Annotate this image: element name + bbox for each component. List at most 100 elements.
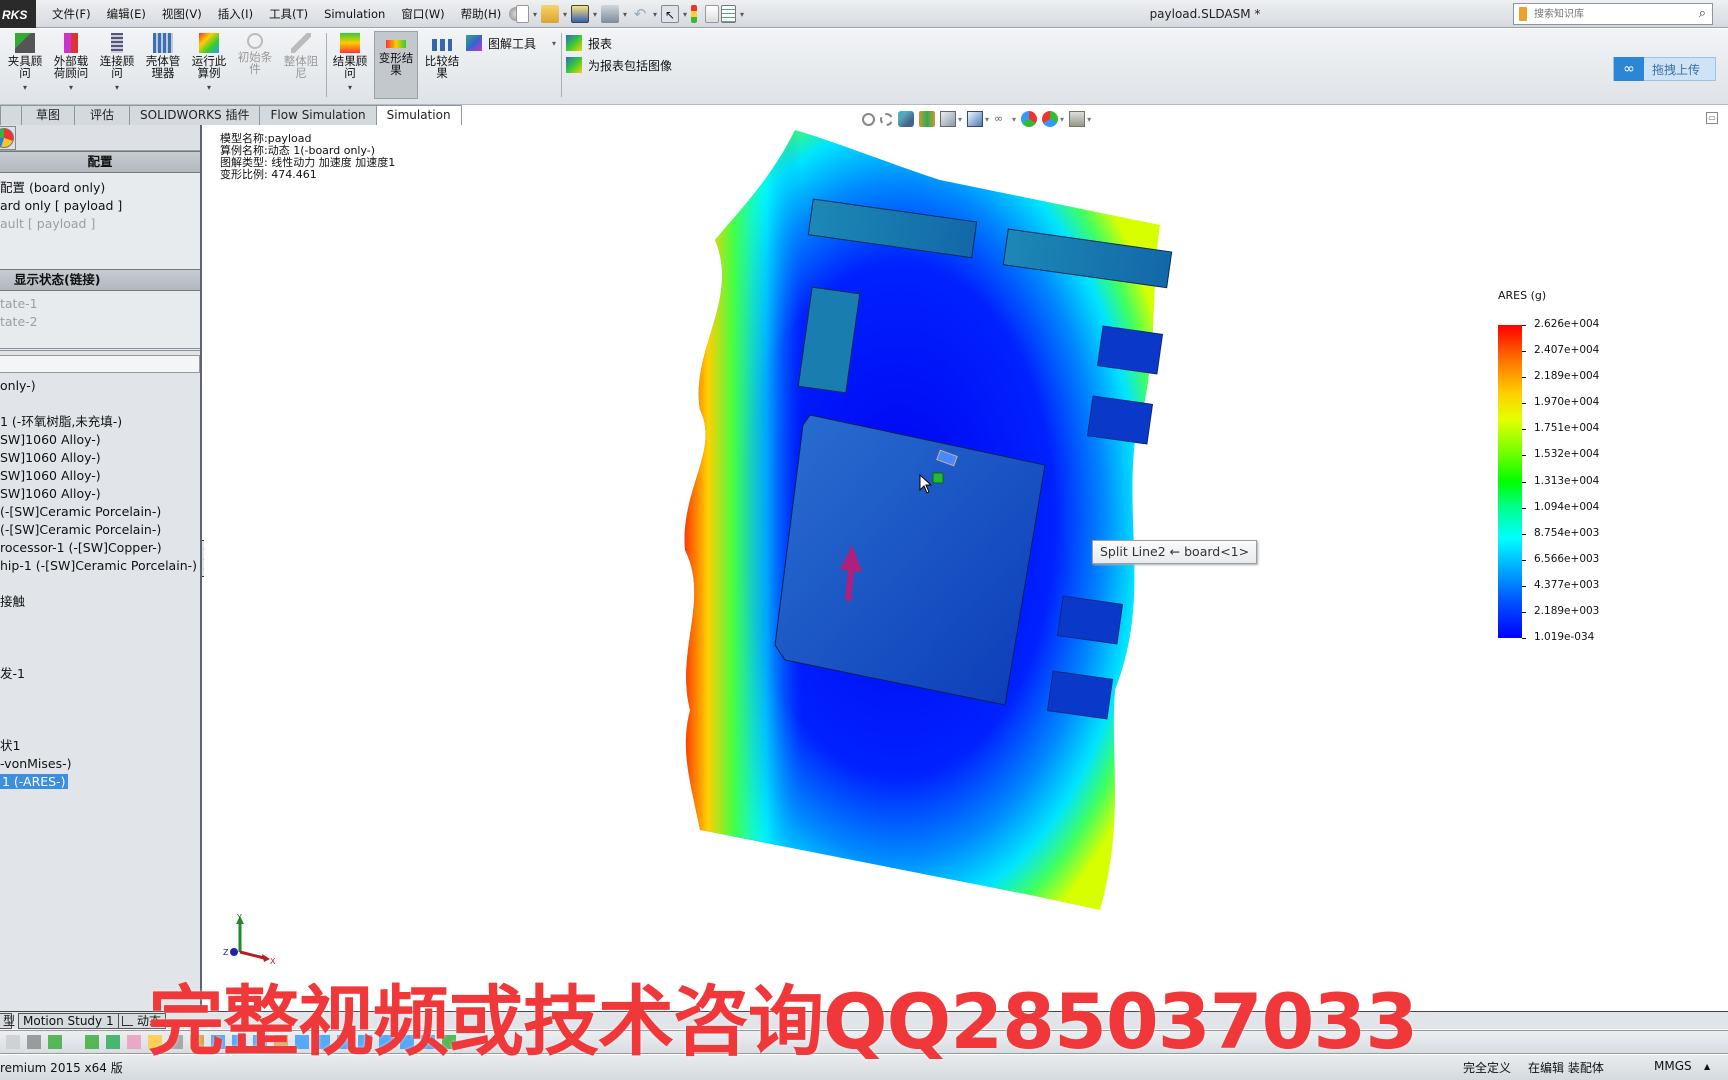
tab-model[interactable]: 型	[0, 1013, 15, 1029]
open-folder-icon[interactable]	[541, 5, 559, 23]
previous-view-icon[interactable]	[898, 111, 914, 127]
config-item[interactable]: ard only [ payload ]	[0, 197, 200, 215]
menu-help[interactable]: 帮助(H)	[453, 0, 510, 28]
menu-file[interactable]: 文件(F)	[44, 0, 99, 28]
menu-simulation[interactable]: Simulation	[316, 0, 393, 28]
tab-flow-simulation[interactable]: Flow Simulation	[259, 105, 377, 125]
new-dropdown-icon[interactable]: ▾	[531, 10, 539, 19]
menu-tools[interactable]: 工具(T)	[261, 0, 316, 28]
search-icon[interactable]: ⌕	[1699, 6, 1706, 21]
undo-icon[interactable]: ↶	[631, 5, 649, 23]
config-item[interactable]: 配置 (board only)	[0, 179, 200, 197]
app-logo[interactable]: RKS	[0, 0, 36, 28]
tab-simulation[interactable]: Simulation	[375, 105, 462, 126]
selection-filter-icon[interactable]	[27, 1035, 41, 1049]
menu-view[interactable]: 视图(V)	[154, 0, 210, 28]
tree-item[interactable]: SW]1060 Alloy-)	[0, 431, 200, 449]
tab-motion-study-1[interactable]: Motion Study 1	[18, 1013, 119, 1029]
zoom-to-fit-icon[interactable]	[862, 112, 875, 126]
selection-filter-icon[interactable]	[48, 1035, 62, 1049]
tab-solidworks-addins[interactable]: SOLIDWORKS 插件	[129, 105, 261, 125]
save-dropdown-icon[interactable]: ▾	[591, 10, 599, 19]
open-dropdown-icon[interactable]: ▾	[561, 10, 569, 19]
selection-filter-icon[interactable]	[106, 1035, 120, 1049]
tree-filter-input[interactable]	[0, 355, 200, 373]
file-properties-icon[interactable]	[705, 5, 719, 23]
tree-item[interactable]: SW]1060 Alloy-)	[0, 485, 200, 503]
tab-evaluate[interactable]: 评估	[74, 105, 130, 125]
rebuild-traffic-light-icon[interactable]	[691, 5, 697, 23]
search-knowledge-base[interactable]: ⌕	[1513, 3, 1713, 25]
view-orientation-icon[interactable]	[940, 111, 956, 127]
section-view-icon[interactable]	[919, 111, 935, 127]
connections-advisor-button[interactable]: 连接顾问 ▾	[95, 33, 139, 103]
plot-tools-button[interactable]: 图解工具 ▾	[466, 33, 556, 53]
viewport-restore-icon[interactable]: ▭	[1706, 112, 1718, 124]
tree-item[interactable]: (-[SW]Ceramic Porcelain-)	[0, 521, 200, 539]
selection-filter-icon[interactable]	[127, 1035, 141, 1049]
options-dropdown-icon[interactable]: ▾	[738, 10, 746, 19]
tree-item[interactable]: 发-1	[0, 665, 200, 683]
chevron-down-icon[interactable]: ▾	[95, 82, 139, 94]
chevron-down-icon[interactable]: ▾	[3, 82, 47, 94]
config-item[interactable]: ault [ payload ]	[0, 215, 200, 233]
tree-item[interactable]: rocessor-1 (-[SW]Copper-)	[0, 539, 200, 557]
edit-appearance-icon[interactable]	[1021, 111, 1038, 127]
tree-item[interactable]: -vonMises-)	[0, 755, 200, 773]
compare-results-button[interactable]: 比较结果	[420, 33, 464, 103]
view-settings-icon[interactable]	[1069, 111, 1086, 127]
tree-item[interactable]: SW]1060 Alloy-)	[0, 467, 200, 485]
chevron-down-icon[interactable]: ▾	[187, 82, 231, 94]
tree-item[interactable]: 1 (-ARES-)	[0, 773, 200, 791]
tree-item[interactable]: 接触	[0, 593, 200, 611]
chevron-down-icon[interactable]: ▾	[552, 39, 556, 48]
pcb-contour-plot[interactable]	[680, 130, 1300, 930]
tree-item[interactable]: hip-1 (-[SW]Ceramic Porcelain-)	[0, 557, 200, 575]
tree-item[interactable]: 状1	[0, 737, 200, 755]
print-icon[interactable]	[601, 5, 619, 23]
selection-filter-icon[interactable]	[6, 1035, 20, 1049]
save-icon[interactable]	[571, 5, 589, 23]
new-document-icon[interactable]	[516, 5, 529, 23]
tab-sketch[interactable]: 草图	[21, 105, 75, 125]
shell-manager-button[interactable]: 壳体管理器	[141, 33, 185, 103]
fixtures-advisor-button[interactable]: 夹具顾问 ▾	[3, 33, 47, 103]
undo-dropdown-icon[interactable]: ▾	[651, 10, 659, 19]
menu-insert[interactable]: 插入(I)	[210, 0, 261, 28]
search-input[interactable]	[1534, 6, 1684, 22]
chevron-down-icon[interactable]: ▾	[1012, 115, 1016, 124]
unit-system[interactable]: MMGS	[1654, 1059, 1692, 1073]
external-loads-advisor-button[interactable]: 外部载荷顾问 ▾	[49, 33, 93, 103]
deformed-result-button[interactable]: 变形结果	[374, 31, 418, 99]
chevron-down-icon[interactable]: ▾	[1087, 115, 1091, 124]
run-study-button[interactable]: 运行此算例 ▾	[187, 33, 231, 103]
options-icon[interactable]	[721, 5, 736, 23]
menu-edit[interactable]: 编辑(E)	[99, 0, 154, 28]
chevron-down-icon[interactable]: ▾	[1060, 115, 1064, 124]
chevron-down-icon[interactable]: ▾	[49, 82, 93, 94]
report-button[interactable]: 报表	[566, 33, 612, 53]
hide-show-items-icon[interactable]: ∞	[994, 111, 1010, 127]
zoom-to-area-icon[interactable]	[880, 112, 893, 126]
drag-upload-button[interactable]: ∞ 拖拽上传	[1613, 57, 1716, 81]
chevron-down-icon[interactable]: ▾	[328, 82, 372, 94]
tree-item[interactable]: only-)	[0, 377, 200, 395]
apply-scene-icon[interactable]	[1042, 111, 1059, 127]
tree-item[interactable]: 1 (-环氧树脂,未充填-)	[0, 413, 200, 431]
display-state-item[interactable]: tate-2	[0, 313, 200, 331]
tab-assembly[interactable]	[0, 105, 22, 125]
display-style-icon[interactable]	[967, 111, 984, 127]
print-dropdown-icon[interactable]: ▾	[621, 10, 629, 19]
initial-conditions-button[interactable]: 初始条件	[233, 33, 277, 103]
tree-item[interactable]: SW]1060 Alloy-)	[0, 449, 200, 467]
tree-item[interactable]: (-[SW]Ceramic Porcelain-)	[0, 503, 200, 521]
results-advisor-button[interactable]: 结果顾问 ▾	[328, 33, 372, 103]
menu-window[interactable]: 窗口(W)	[393, 0, 452, 28]
chevron-down-icon[interactable]: ▾	[985, 115, 989, 124]
unit-menu-arrow-icon[interactable]: ▲	[1704, 1062, 1710, 1071]
display-state-item[interactable]: tate-1	[0, 295, 200, 313]
select-pointer-icon[interactable]: ↖	[661, 5, 679, 23]
selection-filter-icon[interactable]	[85, 1035, 99, 1049]
chevron-down-icon[interactable]: ▾	[958, 115, 962, 124]
select-dropdown-icon[interactable]: ▾	[681, 10, 689, 19]
